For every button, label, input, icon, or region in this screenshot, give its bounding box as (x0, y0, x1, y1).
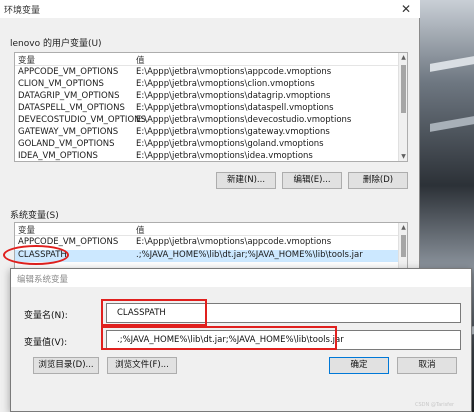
scroll-down-icon[interactable]: ▼ (399, 152, 407, 161)
user-vars-list[interactable]: 变量 值 APPCODE_VM_OPTIONS E:\Appp\jetbra\v… (14, 52, 408, 162)
watermark: CSDN @Tarisfer (415, 402, 455, 408)
browse-directory-button[interactable]: 浏览目录(D)... (33, 357, 99, 374)
window-title: 环境变量 (4, 6, 41, 16)
dialog-titlebar: 编辑系统变量 (11, 269, 471, 287)
variable-value-input[interactable]: .;%JAVA_HOME%\lib\dt.jar;%JAVA_HOME%\lib… (106, 330, 461, 350)
table-row-selected[interactable]: CLASSPATH .;%JAVA_HOME%\lib\dt.jar;%JAVA… (15, 250, 399, 262)
system-vars-scrollbar[interactable]: ▲ (398, 223, 407, 271)
system-vars-group-label: 系统变量(S) (10, 211, 59, 221)
table-row[interactable]: IDEA_VM_OPTIONS E:\Appp\jetbra\vmoptions… (15, 151, 399, 161)
new-user-var-button[interactable]: 新建(N)... (216, 172, 276, 189)
row-value: E:\Appp\jetbra\vmoptions\devecostudio.vm… (136, 115, 352, 125)
table-row[interactable]: CLION_VM_OPTIONS E:\Appp\jetbra\vmoption… (15, 79, 399, 91)
table-row[interactable]: GOLAND_VM_OPTIONS E:\Appp\jetbra\vmoptio… (15, 139, 399, 151)
row-name: APPCODE_VM_OPTIONS (18, 67, 119, 77)
dialog-cancel-button[interactable]: 取消 (397, 357, 457, 374)
dialog-ok-button[interactable]: 确定 (329, 357, 389, 374)
row-name: IDEA_VM_OPTIONS (18, 151, 98, 161)
row-value: E:\Appp\jetbra\vmoptions\datagrip.vmopti… (136, 91, 331, 101)
row-value: E:\Appp\jetbra\vmoptions\idea.vmoptions (136, 151, 313, 161)
scroll-up-icon[interactable]: ▲ (399, 53, 407, 62)
browse-file-button[interactable]: 浏览文件(F)... (107, 357, 177, 374)
table-row[interactable]: APPCODE_VM_OPTIONS E:\Appp\jetbra\vmopti… (15, 67, 399, 79)
window-titlebar: 环境变量 ✕ (0, 0, 420, 18)
row-value: E:\Appp\jetbra\vmoptions\goland.vmoption… (136, 139, 324, 149)
column-header-value[interactable]: 值 (136, 224, 145, 236)
system-vars-list-header: 变量 值 (15, 223, 407, 236)
row-value: E:\Appp\jetbra\vmoptions\clion.vmoptions (136, 79, 315, 89)
dialog-title: 编辑系统变量 (17, 275, 69, 285)
table-row[interactable]: APPCODE_VM_OPTIONS E:\Appp\jetbra\vmopti… (15, 237, 399, 249)
row-value: .;%JAVA_HOME%\lib\dt.jar;%JAVA_HOME%\lib… (136, 250, 363, 260)
variable-value-label: 变量值(V): (24, 338, 68, 348)
table-row[interactable]: GATEWAY_VM_OPTIONS E:\Appp\jetbra\vmopti… (15, 127, 399, 139)
row-name: DATAGRIP_VM_OPTIONS (18, 91, 120, 101)
column-header-value[interactable]: 值 (136, 54, 145, 66)
row-name: GATEWAY_VM_OPTIONS (18, 127, 119, 137)
close-icon[interactable]: ✕ (396, 1, 416, 17)
scrollbar-thumb[interactable] (401, 235, 406, 257)
edit-user-var-button[interactable]: 编辑(E)... (282, 172, 342, 189)
classpath-highlight-annotation (3, 245, 69, 265)
row-value: E:\Appp\jetbra\vmoptions\appcode.vmoptio… (136, 237, 332, 247)
row-value: E:\Appp\jetbra\vmoptions\dataspell.vmopt… (136, 103, 334, 113)
edit-system-variable-dialog: 编辑系统变量 变量名(N): CLASSPATH 变量值(V): .;%JAVA… (10, 268, 472, 412)
row-value: E:\Appp\jetbra\vmoptions\gateway.vmoptio… (136, 127, 330, 137)
variable-name-label: 变量名(N): (24, 311, 68, 321)
variable-name-input[interactable]: CLASSPATH (106, 303, 461, 323)
table-row[interactable]: DATASPELL_VM_OPTIONS E:\Appp\jetbra\vmop… (15, 103, 399, 115)
user-vars-scrollbar[interactable]: ▲ ▼ (398, 53, 407, 161)
row-name: DEVECOSTUDIO_VM_OPTIONS (18, 115, 146, 125)
user-vars-list-header: 变量 值 (15, 53, 407, 66)
delete-user-var-button[interactable]: 删除(D) (348, 172, 408, 189)
scrollbar-thumb[interactable] (401, 65, 406, 113)
row-name: CLION_VM_OPTIONS (18, 79, 104, 89)
system-vars-list[interactable]: 变量 值 APPCODE_VM_OPTIONS E:\Appp\jetbra\v… (14, 222, 408, 272)
row-name: DATASPELL_VM_OPTIONS (18, 103, 125, 113)
column-header-name[interactable]: 变量 (18, 54, 35, 66)
row-value: E:\Appp\jetbra\vmoptions\appcode.vmoptio… (136, 67, 332, 77)
user-vars-group-label: lenovo 的用户变量(U) (10, 39, 102, 49)
scroll-up-icon[interactable]: ▲ (399, 223, 407, 232)
table-row[interactable]: DEVECOSTUDIO_VM_OPTIONS E:\Appp\jetbra\v… (15, 115, 399, 127)
column-header-name[interactable]: 变量 (18, 224, 35, 236)
table-row[interactable]: DATAGRIP_VM_OPTIONS E:\Appp\jetbra\vmopt… (15, 91, 399, 103)
row-name: GOLAND_VM_OPTIONS (18, 139, 115, 149)
